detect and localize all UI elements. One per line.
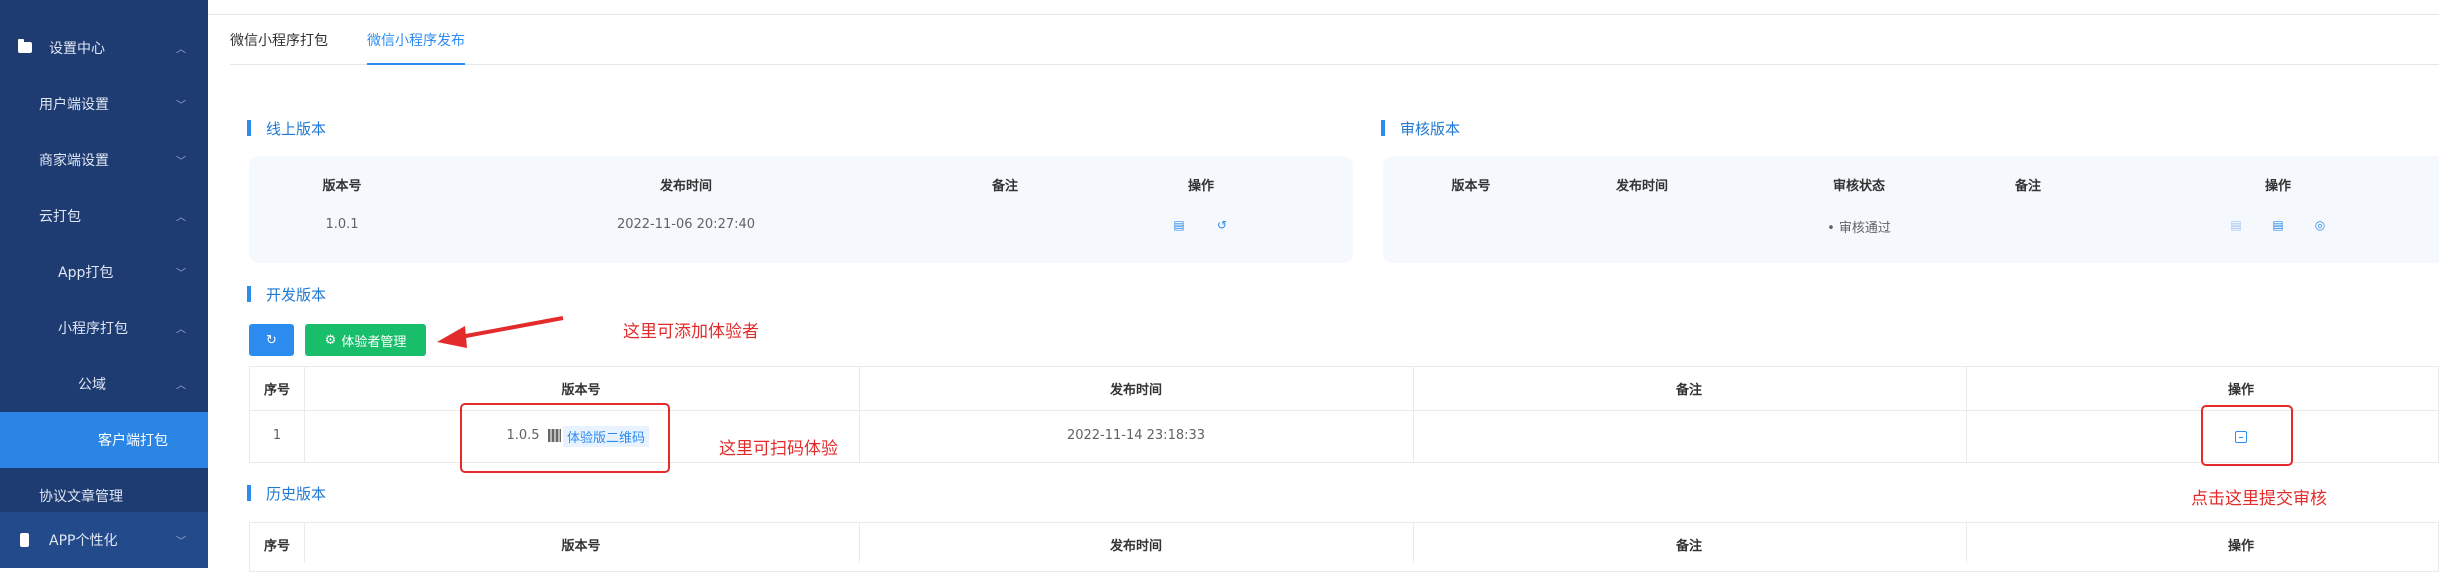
scan-annotation: 这里可扫码体验 bbox=[719, 439, 838, 459]
version-number: 1.0.1 bbox=[325, 217, 359, 232]
column-divider bbox=[304, 366, 305, 463]
sidebar: 设置中心 ︿ 用户端设置 ﹀ 商家端设置 ﹀ 云打包 ︿ App打包 ﹀ 小程序… bbox=[0, 0, 208, 568]
phone-icon bbox=[20, 533, 29, 547]
sidebar-item-app-personalize[interactable]: APP个性化 ﹀ bbox=[0, 512, 208, 568]
settings-icon: ⚙ bbox=[324, 332, 337, 348]
col-header-time: 发布时间 bbox=[1615, 179, 1669, 194]
col-header-time: 发布时间 bbox=[659, 179, 713, 194]
section-marker bbox=[247, 120, 251, 136]
submit-annotation: 点击这里提交审核 bbox=[2191, 489, 2327, 509]
review-status: • 审核通过 bbox=[1827, 221, 1891, 236]
add-tester-annotation: 这里可添加体验者 bbox=[623, 322, 759, 342]
column-divider bbox=[1413, 522, 1414, 563]
chevron-down-icon: ﹀ bbox=[176, 156, 186, 168]
sidebar-item-label: 客户端打包 bbox=[98, 433, 168, 449]
sidebar-item-label: 云打包 bbox=[39, 209, 81, 225]
section-title-text: 历史版本 bbox=[266, 485, 327, 503]
chevron-up-icon: ︿ bbox=[176, 380, 186, 392]
chevron-down-icon: ﹀ bbox=[176, 536, 186, 548]
chevron-down-icon: ﹀ bbox=[176, 100, 186, 112]
active-tab-indicator bbox=[367, 63, 465, 65]
column-divider bbox=[1966, 522, 1967, 563]
document-icon[interactable]: ▤ bbox=[1173, 219, 1185, 231]
annotation-arrow-icon bbox=[437, 316, 564, 348]
column-divider bbox=[859, 522, 860, 563]
tab-wechat-pack[interactable]: 微信小程序打包 bbox=[230, 30, 328, 50]
publish-time: 2022-11-14 23:18:33 bbox=[1066, 428, 1206, 443]
submit-highlight-box bbox=[2201, 405, 2293, 466]
column-divider bbox=[1966, 366, 1967, 463]
column-divider bbox=[304, 522, 305, 563]
col-header-version: 版本号 bbox=[561, 539, 601, 554]
manage-testers-button[interactable]: ⚙ 体验者管理 bbox=[305, 324, 426, 356]
section-title-text: 开发版本 bbox=[266, 286, 327, 304]
col-header-action: 操作 bbox=[2264, 179, 2292, 194]
col-header-time: 发布时间 bbox=[1109, 383, 1163, 398]
col-header-status: 审核状态 bbox=[1832, 179, 1886, 194]
online-version-panel: 版本号 发布时间 备注 操作 1.0.1 2022-11-06 20:27:40… bbox=[249, 156, 1353, 263]
col-header-note: 备注 bbox=[1675, 383, 1703, 398]
sidebar-item-label: App打包 bbox=[58, 265, 114, 281]
column-divider bbox=[1413, 366, 1414, 463]
sidebar-item-label: 协议文章管理 bbox=[39, 489, 123, 505]
rollback-icon[interactable]: ↺ bbox=[1216, 219, 1228, 231]
review-version-title: 审核版本 bbox=[1381, 118, 1461, 139]
col-header-action: 操作 bbox=[2227, 383, 2255, 398]
refresh-icon: ↻ bbox=[266, 332, 277, 348]
history-version-title: 历史版本 bbox=[247, 483, 327, 504]
top-divider bbox=[208, 14, 2439, 15]
col-header-version: 版本号 bbox=[561, 383, 601, 398]
qrcode-highlight-box bbox=[460, 403, 670, 473]
col-header-action: 操作 bbox=[1187, 179, 1215, 194]
sidebar-item-merchant-settings[interactable]: 商家端设置 ﹀ bbox=[0, 132, 208, 188]
section-title-text: 审核版本 bbox=[1400, 120, 1461, 138]
dev-version-title: 开发版本 bbox=[247, 284, 327, 305]
section-marker bbox=[247, 485, 251, 501]
tab-wechat-publish[interactable]: 微信小程序发布 bbox=[367, 30, 465, 50]
col-header-note: 备注 bbox=[1675, 539, 1703, 554]
sidebar-item-public-domain[interactable]: 公域 ︿ bbox=[0, 356, 208, 412]
document-icon[interactable]: ▤ bbox=[2272, 219, 2284, 231]
sidebar-item-app-pack[interactable]: App打包 ﹀ bbox=[0, 244, 208, 300]
section-title-text: 线上版本 bbox=[266, 120, 327, 138]
sidebar-item-label: 设置中心 bbox=[49, 41, 105, 57]
sidebar-item-user-settings[interactable]: 用户端设置 ﹀ bbox=[0, 76, 208, 132]
sidebar-item-label: 商家端设置 bbox=[39, 153, 109, 169]
chevron-up-icon: ︿ bbox=[176, 44, 186, 56]
sidebar-item-label: 用户端设置 bbox=[39, 97, 109, 113]
settings-icon[interactable]: ◎ bbox=[2314, 219, 2326, 231]
sidebar-item-client-pack[interactable]: 客户端打包 bbox=[0, 412, 208, 468]
section-marker bbox=[247, 286, 251, 302]
col-header-version: 版本号 bbox=[1451, 179, 1491, 194]
online-version-title: 线上版本 bbox=[247, 118, 327, 139]
column-divider bbox=[859, 366, 860, 463]
col-header-action: 操作 bbox=[2227, 539, 2255, 554]
sidebar-item-label: 小程序打包 bbox=[58, 321, 128, 337]
sidebar-item-label: APP个性化 bbox=[49, 533, 118, 549]
sidebar-item-label: 公域 bbox=[78, 377, 106, 393]
sidebar-item-settings-center[interactable]: 设置中心 ︿ bbox=[0, 20, 208, 76]
button-label: 体验者管理 bbox=[341, 334, 407, 350]
review-version-panel: 版本号 发布时间 审核状态 备注 操作 • 审核通过 ▤ ▤ ◎ bbox=[1383, 156, 2439, 263]
folder-icon bbox=[18, 39, 32, 53]
publish-time: 2022-11-06 20:27:40 bbox=[616, 217, 756, 232]
section-marker bbox=[1381, 120, 1385, 136]
col-header-note: 备注 bbox=[2014, 179, 2042, 194]
refresh-button[interactable]: ↻ bbox=[249, 324, 294, 356]
col-header-index: 序号 bbox=[263, 539, 291, 554]
sidebar-item-cloud-pack[interactable]: 云打包 ︿ bbox=[0, 188, 208, 244]
tabs-divider bbox=[230, 64, 2439, 65]
col-header-version: 版本号 bbox=[322, 179, 362, 194]
col-header-time: 发布时间 bbox=[1109, 539, 1163, 554]
col-header-note: 备注 bbox=[991, 179, 1019, 194]
document-icon[interactable]: ▤ bbox=[2230, 219, 2242, 231]
sidebar-item-miniprogram-pack[interactable]: 小程序打包 ︿ bbox=[0, 300, 208, 356]
chevron-up-icon: ︿ bbox=[176, 212, 186, 224]
chevron-down-icon: ﹀ bbox=[176, 268, 186, 280]
row-index: 1 bbox=[272, 428, 282, 443]
chevron-up-icon: ︿ bbox=[176, 324, 186, 336]
col-header-index: 序号 bbox=[263, 383, 291, 398]
